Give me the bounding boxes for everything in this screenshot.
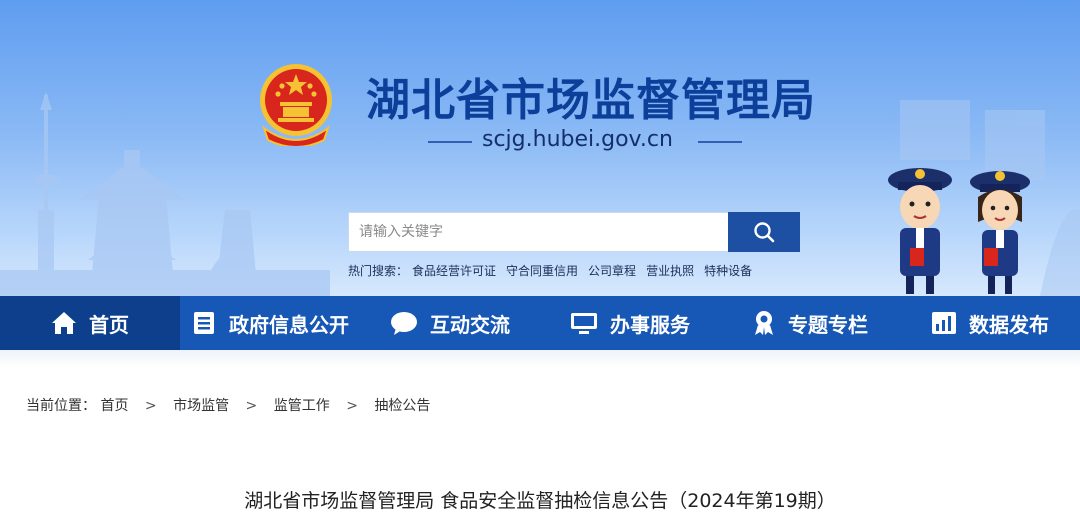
monitor-icon [571, 313, 597, 334]
domain-divider-left [428, 141, 472, 143]
nav-item-label: 互动交流 [430, 312, 510, 337]
hot-search-label: 热门搜索： [348, 264, 409, 278]
breadcrumb-label: 当前位置： [26, 398, 96, 414]
nav-item-label: 专题专栏 [788, 312, 868, 337]
nav-item-label: 办事服务 [610, 312, 690, 337]
nav-item-home[interactable]: 首页 [0, 296, 180, 350]
domain-divider-right [698, 141, 742, 143]
nav-item-interaction[interactable]: 互动交流 [360, 296, 540, 350]
search-icon [754, 222, 775, 243]
nav-item-data-release[interactable]: 数据发布 [900, 296, 1080, 350]
nav-item-services[interactable]: 办事服务 [540, 296, 720, 350]
hot-search-link[interactable]: 守合同重信用 [506, 264, 578, 278]
nav-item-government-info[interactable]: 政府信息公开 [180, 296, 360, 350]
search-button[interactable] [728, 212, 800, 252]
nav-item-special-topics[interactable]: 专题专栏 [720, 296, 900, 350]
hot-search-link[interactable]: 公司章程 [588, 264, 636, 278]
site-domain: scjg.hubei.gov.cn [482, 127, 673, 152]
header-banner: 湖北省市场监督管理局 scjg.hubei.gov.cn 热门搜索：食品经营许可… [0, 0, 1080, 296]
nav-item-label: 数据发布 [969, 312, 1049, 337]
national-emblem-icon [260, 64, 332, 146]
breadcrumb-separator: > [346, 398, 358, 414]
award-ribbon-icon [755, 311, 773, 335]
breadcrumb-link-market-supervision[interactable]: 市场监管 [173, 398, 229, 414]
mascot-officers-illustration [888, 168, 1030, 294]
home-icon [52, 312, 76, 334]
nav-shadow-divider [0, 350, 1080, 368]
nav-item-label: 政府信息公开 [229, 312, 349, 337]
main-navigation: 首页 政府信息公开 互动交流 办事服务 专题专栏 数据发布 [0, 296, 1080, 350]
breadcrumb: 当前位置： 首页 > 市场监管 > 监管工作 > 抽检公告 [26, 395, 430, 415]
hot-search-link[interactable]: 特种设备 [704, 264, 752, 278]
hot-search-link[interactable]: 食品经营许可证 [412, 264, 496, 278]
breadcrumb-link-home[interactable]: 首页 [100, 398, 128, 414]
document-icon [194, 312, 214, 334]
breadcrumb-separator: > [245, 398, 258, 414]
search-input[interactable] [348, 212, 728, 252]
site-title: 湖北省市场监督管理局 [366, 75, 816, 126]
hot-search: 热门搜索： 食品经营许可证 守合同重信用 公司章程 营业执照 特种设备 [348, 262, 762, 279]
hot-search-link[interactable]: 营业执照 [646, 264, 694, 278]
article-title: 湖北省市场监督管理局 食品安全监督抽检信息公告（2024年第19期） [244, 490, 836, 512]
breadcrumb-link-inspection-notice[interactable]: 抽检公告 [374, 398, 430, 414]
chat-bubble-icon [391, 312, 417, 335]
breadcrumb-separator: > [144, 398, 157, 414]
bar-chart-icon [932, 312, 956, 334]
nav-item-label: 首页 [89, 312, 129, 337]
breadcrumb-link-supervision-work[interactable]: 监管工作 [274, 398, 330, 414]
